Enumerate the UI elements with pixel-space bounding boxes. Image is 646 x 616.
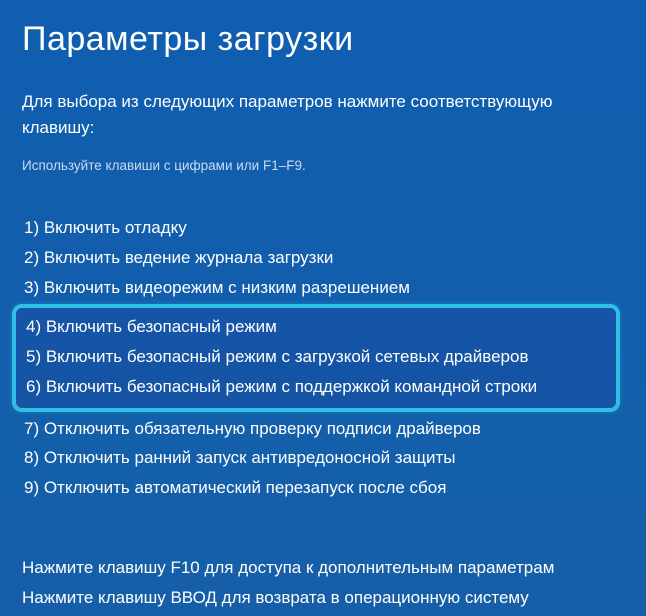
option-safe-mode[interactable]: 4) Включить безопасный режим bbox=[16, 312, 610, 342]
option-disable-antimalware[interactable]: 8) Отключить ранний запуск антивредоносн… bbox=[22, 443, 624, 473]
option-low-res-video[interactable]: 3) Включить видеорежим с низким разрешен… bbox=[22, 273, 624, 303]
footer-enter-hint: Нажмите клавишу ВВОД для возврата в опер… bbox=[22, 583, 624, 613]
option-safe-mode-command-prompt[interactable]: 6) Включить безопасный режим с поддержко… bbox=[16, 372, 610, 402]
option-enable-debugging[interactable]: 1) Включить отладку bbox=[22, 213, 624, 243]
keyboard-hint: Используйте клавиши с цифрами или F1–F9. bbox=[22, 158, 624, 173]
option-disable-driver-signature[interactable]: 7) Отключить обязательную проверку подпи… bbox=[22, 414, 624, 444]
safe-mode-highlight-group: 4) Включить безопасный режим 5) Включить… bbox=[12, 304, 620, 411]
boot-options-list: 1) Включить отладку 2) Включить ведение … bbox=[22, 213, 624, 503]
option-disable-auto-restart[interactable]: 9) Отключить автоматический перезапуск п… bbox=[22, 473, 624, 503]
instruction-text: Для выбора из следующих параметров нажми… bbox=[22, 89, 624, 140]
option-enable-boot-logging[interactable]: 2) Включить ведение журнала загрузки bbox=[22, 243, 624, 273]
footer-instructions: Нажмите клавишу F10 для доступа к дополн… bbox=[22, 553, 624, 613]
footer-f10-hint: Нажмите клавишу F10 для доступа к дополн… bbox=[22, 553, 624, 583]
page-title: Параметры загрузки bbox=[22, 20, 624, 59]
option-safe-mode-networking[interactable]: 5) Включить безопасный режим с загрузкой… bbox=[16, 342, 610, 372]
